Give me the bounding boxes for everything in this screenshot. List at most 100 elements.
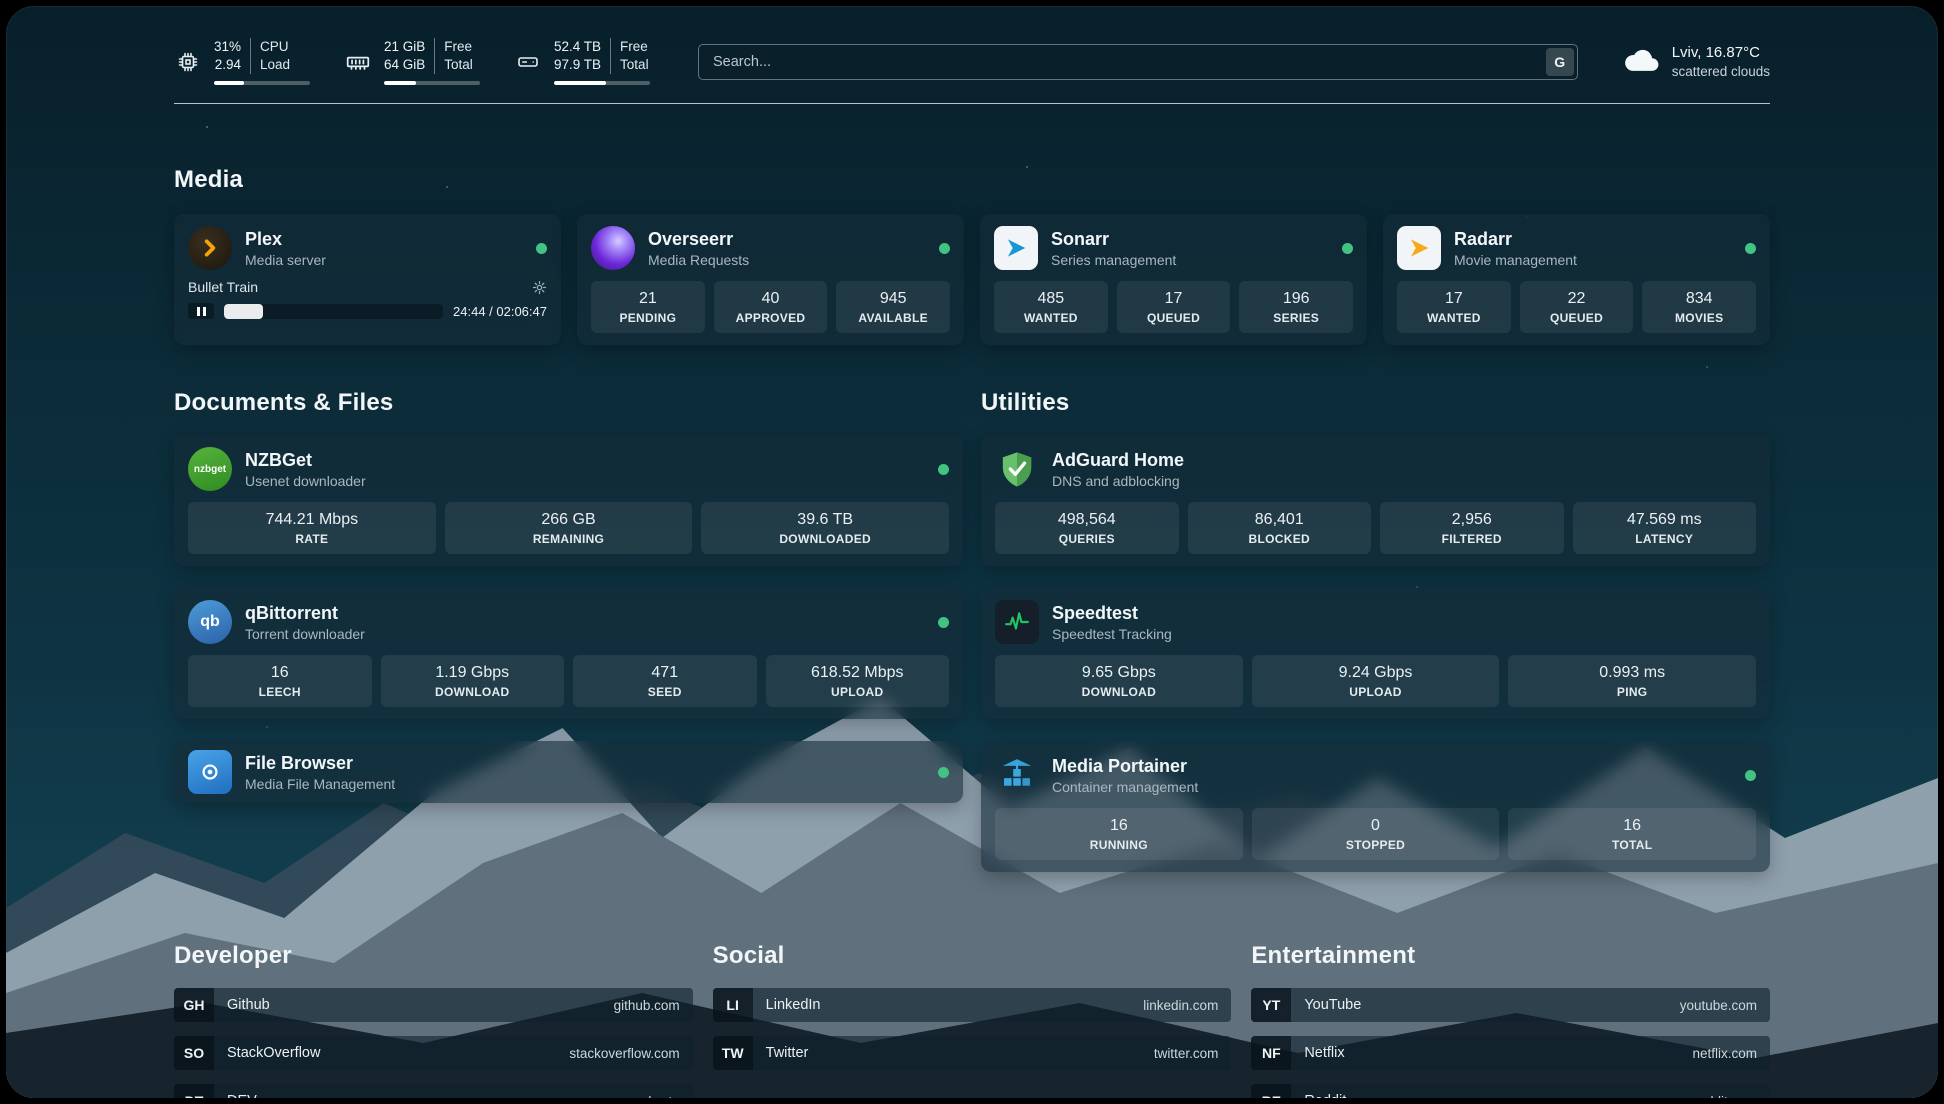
overseerr-icon (591, 226, 635, 270)
speedtest-icon (995, 600, 1039, 644)
nzbget-status-dot (938, 464, 949, 475)
speedtest-stat-download: 9.65 Gbps DOWNLOAD (995, 655, 1243, 707)
radarr-icon (1397, 226, 1441, 270)
portainer-title: Media Portainer (1052, 755, 1198, 778)
utilities-heading: Utilities (981, 389, 1770, 417)
portainer-card[interactable]: Media Portainer Container management 16 … (981, 741, 1770, 872)
sonarr-subtitle: Series management (1051, 251, 1176, 269)
dashboard-window: 31% 2.94 CPU Load (6, 6, 1938, 1098)
disk-widget: 52.4 TB 97.9 TB Free Total (514, 38, 650, 85)
cpu-load-value: 2.94 (214, 56, 241, 74)
sonarr-card[interactable]: Sonarr Series management 485 WANTED 17 Q… (980, 214, 1367, 345)
portainer-stat-running: 16 RUNNING (995, 808, 1243, 860)
cpu-icon (174, 50, 202, 74)
disk-total-label: Total (620, 56, 649, 74)
pause-button[interactable] (188, 303, 214, 319)
radarr-title: Radarr (1454, 228, 1577, 251)
radarr-card[interactable]: Radarr Movie management 17 WANTED 22 QUE… (1383, 214, 1770, 345)
disk-total-value: 97.9 TB (554, 56, 601, 74)
qbittorrent-stat-upload: 618.52 Mbps UPLOAD (766, 655, 950, 707)
overseerr-status-dot (939, 243, 950, 254)
bookmark-github[interactable]: GH Github github.com (174, 988, 693, 1022)
overseerr-subtitle: Media Requests (648, 251, 749, 269)
bookmark-name: YouTube (1291, 988, 1679, 1022)
gear-icon[interactable] (532, 280, 547, 295)
plex-title: Plex (245, 228, 326, 251)
overseerr-card[interactable]: Overseerr Media Requests 21 PENDING 40 A… (577, 214, 964, 345)
qbittorrent-icon: qb (188, 600, 232, 644)
bookmark-name: Github (214, 988, 614, 1022)
youtube-icon: YT (1251, 988, 1291, 1022)
weather-condition: scattered clouds (1672, 63, 1770, 81)
ram-free-value: 21 GiB (384, 38, 425, 56)
plex-progress-fill (224, 304, 263, 319)
qbittorrent-stat-download: 1.19 Gbps DOWNLOAD (381, 655, 565, 707)
search-input[interactable] (698, 44, 1578, 80)
sonarr-title: Sonarr (1051, 228, 1176, 251)
cpu-load-label: Load (260, 56, 290, 74)
bookmark-url: linkedin.com (1143, 988, 1231, 1022)
ram-widget: 21 GiB 64 GiB Free Total (344, 38, 480, 85)
disk-free-value: 52.4 TB (554, 38, 601, 56)
bookmark-youtube[interactable]: YT YouTube youtube.com (1251, 988, 1770, 1022)
bookmark-stackoverflow[interactable]: SO StackOverflow stackoverflow.com (174, 1036, 693, 1070)
bookmark-url: reddit.com (1694, 1084, 1770, 1098)
ram-icon (344, 49, 372, 75)
sonarr-stat-series: 196 SERIES (1239, 281, 1353, 333)
weather-location-temp: Lviv, 16.87°C (1672, 43, 1770, 63)
disk-free-label: Free (620, 38, 649, 56)
plex-subtitle: Media server (245, 251, 326, 269)
bookmark-name: DEV (214, 1084, 644, 1098)
bookmark-reddit[interactable]: RE Reddit reddit.com (1251, 1084, 1770, 1098)
media-heading: Media (174, 166, 1770, 194)
qbittorrent-subtitle: Torrent downloader (245, 625, 365, 643)
nzbget-stat-downloaded: 39.6 TB DOWNLOADED (701, 502, 949, 554)
dev-icon: DT (174, 1084, 214, 1098)
bookmark-linkedin[interactable]: LI LinkedIn linkedin.com (713, 988, 1232, 1022)
plex-progress-track[interactable] (224, 304, 443, 319)
bookmark-netflix[interactable]: NF Netflix netflix.com (1251, 1036, 1770, 1070)
bookmark-url: netflix.com (1692, 1036, 1770, 1070)
cpu-progress-track (214, 81, 310, 85)
filebrowser-status-dot (938, 767, 949, 778)
bookmark-group-entertainment: Entertainment YT YouTube youtube.com NF … (1251, 942, 1770, 1098)
search-engine-button[interactable]: G (1546, 48, 1574, 76)
nzbget-card[interactable]: nzbget NZBGet Usenet downloader 744.21 M… (174, 435, 963, 566)
bookmark-twitter[interactable]: TW Twitter twitter.com (713, 1036, 1232, 1070)
qbittorrent-card[interactable]: qb qBittorrent Torrent downloader 16 LEE… (174, 588, 963, 719)
portainer-stat-stopped: 0 STOPPED (1252, 808, 1500, 860)
adguard-title: AdGuard Home (1052, 449, 1184, 472)
speedtest-card[interactable]: Speedtest Speedtest Tracking 9.65 Gbps D… (981, 588, 1770, 719)
qbittorrent-status-dot (938, 617, 949, 628)
filebrowser-card[interactable]: File Browser Media File Management (174, 741, 963, 803)
adguard-stat-queries: 498,564 QUERIES (995, 502, 1179, 554)
disk-icon (514, 50, 542, 74)
adguard-stat-latency: 47.569 ms LATENCY (1573, 502, 1757, 554)
ram-total-label: Total (444, 56, 473, 74)
speedtest-stat-ping: 0.993 ms PING (1508, 655, 1756, 707)
bookmark-group-developer: Developer GH Github github.com SO StackO… (174, 942, 693, 1098)
disk-progress-track (554, 81, 650, 85)
bookmark-url: youtube.com (1680, 988, 1770, 1022)
bookmark-name: Reddit (1291, 1084, 1694, 1098)
nzbget-stat-remaining: 266 GB REMAINING (445, 502, 693, 554)
plex-card[interactable]: Plex Media server Bullet Train (174, 214, 561, 345)
nzbget-subtitle: Usenet downloader (245, 472, 366, 490)
stackoverflow-icon: SO (174, 1036, 214, 1070)
cpu-label: CPU (260, 38, 290, 56)
bookmark-name: StackOverflow (214, 1036, 569, 1070)
plex-status-dot (536, 243, 547, 254)
social-heading: Social (713, 942, 1232, 970)
bookmark-name: Netflix (1291, 1036, 1692, 1070)
utilities-column: Utilities AdGuard Home (981, 389, 1770, 872)
nzbget-stat-rate: 744.21 Mbps RATE (188, 502, 436, 554)
bookmark-dev[interactable]: DT DEV dev.to (174, 1084, 693, 1098)
speedtest-stat-upload: 9.24 Gbps UPLOAD (1252, 655, 1500, 707)
documents-column: Documents & Files nzbget NZBGet Usenet d… (174, 389, 963, 803)
entertainment-heading: Entertainment (1251, 942, 1770, 970)
adguard-card[interactable]: AdGuard Home DNS and adblocking 498,564 … (981, 435, 1770, 566)
radarr-stat-queued: 22 QUEUED (1520, 281, 1634, 333)
ram-free-label: Free (444, 38, 473, 56)
bookmark-group-social: Social LI LinkedIn linkedin.com TW Twitt… (713, 942, 1232, 1098)
bookmark-url: dev.to (644, 1084, 693, 1098)
